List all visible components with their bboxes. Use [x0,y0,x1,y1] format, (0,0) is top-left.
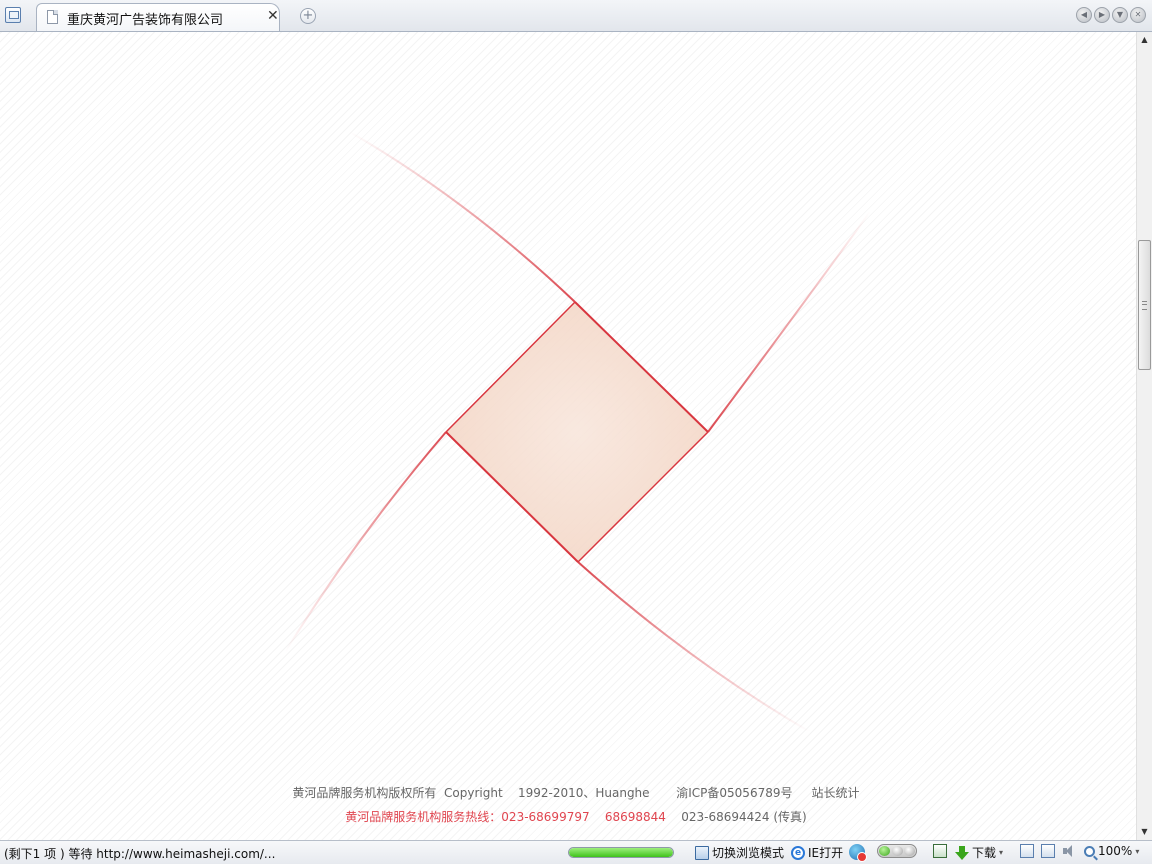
page-tools-button[interactable] [1020,844,1034,858]
grip-icon [1142,301,1147,310]
logo-arc-top [349,131,576,303]
page-icon [47,10,58,24]
tab-active[interactable]: 重庆黄河广告装饰有限公司 ✕ [36,3,280,31]
menu-icon[interactable]: ▼ [1112,7,1128,23]
forward-icon[interactable]: ▶ [1094,7,1110,23]
mode-toggle[interactable] [877,844,917,858]
tab-close-icon[interactable]: ✕ [267,8,279,24]
brand-logo [284,131,871,733]
window-tools-button[interactable] [1041,844,1055,858]
tab-bar: 重庆黄河广告装饰有限公司 ✕ + ◀ ▶ ▼ ✕ [0,0,1152,32]
globe-icon [849,844,867,862]
speaker-icon [1062,844,1076,858]
download-label: 下载 [972,846,997,860]
zoom-dropdown-icon[interactable]: ▾ [1135,847,1139,856]
progress-fill [569,848,673,857]
scroll-down-icon[interactable]: ▼ [1137,824,1152,840]
browser-window: 重庆黄河广告装饰有限公司 ✕ + ◀ ▶ ▼ ✕ 黄河品牌服务机构版权所有 Co… [0,0,1152,864]
logo-arc-right [707,211,871,433]
switch-mode-label: 切换浏览模式 [712,846,785,860]
screenshot-button[interactable] [933,844,947,858]
ie-open-button[interactable]: e IE打开 [791,844,843,861]
download-icon [955,845,969,860]
window-buttons: ◀ ▶ ▼ ✕ [1076,7,1146,23]
download-dropdown-icon[interactable]: ▾ [999,848,1003,857]
hotline-line: 黄河品牌服务机构服务热线：023-68699797 68698844 023-6… [0,808,1136,825]
tab-title: 重庆黄河广告装饰有限公司 [67,13,224,28]
zoom-icon [1084,845,1095,857]
scroll-thumb[interactable] [1138,240,1151,370]
loading-progress-bar [568,847,674,858]
page-icon [1020,844,1034,858]
vertical-scrollbar[interactable]: ▲ ▼ [1136,32,1152,840]
volume-button[interactable] [1062,844,1076,858]
window-icon [1041,844,1055,858]
logo-arc-bottom [577,561,811,733]
zoom-control[interactable]: 100% ▾ [1084,844,1139,858]
folder-icon [695,845,709,860]
toggle-icon [877,844,917,858]
tab-list-icon[interactable] [5,7,21,23]
switch-mode-button[interactable]: 切换浏览模式 [695,844,784,861]
scroll-up-icon[interactable]: ▲ [1137,32,1152,48]
back-icon[interactable]: ◀ [1076,7,1092,23]
logo-arc-left [284,431,447,653]
status-bar: (剩下1 项 ) 等待 http://www.heimasheji.com/..… [0,840,1152,864]
download-button[interactable]: 下载 ▾ [955,844,1003,861]
logo-diamond [446,302,708,562]
hotline-text: 黄河品牌服务机构服务热线：023-68699797 68698844 [345,810,666,824]
ie-open-label: IE打开 [808,846,844,860]
close-icon[interactable]: ✕ [1130,7,1146,23]
screenshot-icon [933,844,947,858]
ie-icon: e [791,845,805,860]
status-text: (剩下1 项 ) 等待 http://www.heimasheji.com/..… [4,847,276,861]
page-content: 黄河品牌服务机构版权所有 Copyright 1992-2010、Huanghe… [0,32,1136,840]
network-button[interactable] [849,844,867,862]
new-tab-icon[interactable]: + [300,8,316,24]
copyright-text: 黄河品牌服务机构版权所有 Copyright 1992-2010、Huanghe… [292,786,860,800]
zoom-level: 100% [1098,844,1133,858]
fax-text: 023-68694424 (传真) [665,810,807,824]
